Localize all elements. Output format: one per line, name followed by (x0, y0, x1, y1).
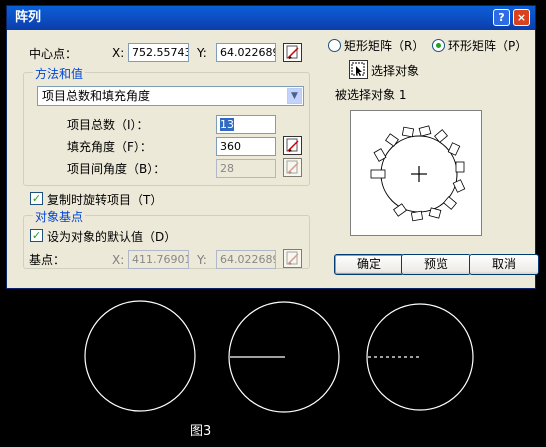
base-x-label: X: (112, 253, 125, 267)
total-items-label: 项目总数（I）： (67, 118, 149, 132)
fill-angle-field[interactable]: 360 (216, 137, 276, 156)
center-point-label: 中心点： (29, 47, 78, 61)
center-y-field[interactable]: 64.022689 (216, 43, 276, 62)
base-point-label: 基点： (29, 253, 66, 267)
title-bar[interactable]: 阵列 ? × (7, 6, 535, 30)
base-y-label: Y: (197, 253, 207, 267)
selected-count-text: 被选择对象 1 (335, 88, 407, 102)
base-y-field: 64.022689 (216, 250, 276, 269)
pick-item-angle-button (283, 158, 302, 177)
pick-point-icon (286, 251, 299, 265)
item-angle-field: 28 (216, 159, 276, 178)
rect-array-radio[interactable] (328, 39, 341, 52)
polar-array-label: 环形矩阵（P） (448, 39, 528, 53)
pick-angle-icon (286, 138, 299, 152)
dialog-title: 阵列 (15, 10, 42, 25)
figure-label: 图3 (190, 424, 212, 439)
array-dialog: 阵列 ? × 中心点： X: 752.55743 Y: 64.022689 方法… (6, 5, 539, 289)
polar-array-radio[interactable] (432, 39, 445, 52)
item-angle-label: 项目间角度（B）： (67, 162, 166, 176)
pick-fill-angle-button[interactable] (283, 136, 302, 155)
pick-center-button[interactable] (283, 43, 302, 62)
base-x-field: 411.76901 (128, 250, 189, 269)
select-objects-button[interactable] (349, 60, 368, 79)
pick-angle-icon (286, 160, 299, 174)
fill-angle-label: 填充角度（F）： (67, 140, 152, 154)
pick-base-point-button (283, 249, 302, 268)
select-objects-icon (351, 62, 365, 76)
close-button[interactable]: × (513, 9, 530, 26)
cancel-button[interactable]: 取消 (469, 254, 539, 275)
preview-button[interactable]: 预览 (401, 254, 471, 275)
rotate-items-checkbox[interactable]: ✓ (30, 192, 43, 205)
method-group-title: 方法和值 (33, 65, 86, 82)
rect-array-label: 矩形矩阵（R） (344, 39, 425, 53)
pick-point-icon (286, 45, 299, 59)
drawing-canvas (84, 300, 474, 413)
default-base-checkbox[interactable]: ✓ (30, 229, 43, 242)
method-select[interactable]: 项目总数和填充角度 ▼ (37, 86, 304, 106)
help-button[interactable]: ? (493, 9, 510, 26)
circle-1 (84, 300, 196, 412)
array-preview (350, 110, 482, 236)
center-x-label: X: (112, 46, 125, 60)
polar-array-preview-graphic (370, 125, 466, 222)
select-objects-label: 选择对象 (371, 64, 420, 78)
center-x-field[interactable]: 752.55743 (128, 43, 189, 62)
base-point-group-title: 对象基点 (33, 208, 86, 225)
chevron-down-icon[interactable]: ▼ (287, 88, 302, 104)
ok-button[interactable]: 确定 (334, 254, 404, 275)
center-y-label: Y: (197, 46, 207, 60)
rotate-items-label: 复制时旋转项目（T） (47, 193, 163, 207)
default-base-label: 设为对象的默认值（D） (47, 230, 177, 244)
total-items-field[interactable]: 13 (216, 115, 276, 134)
